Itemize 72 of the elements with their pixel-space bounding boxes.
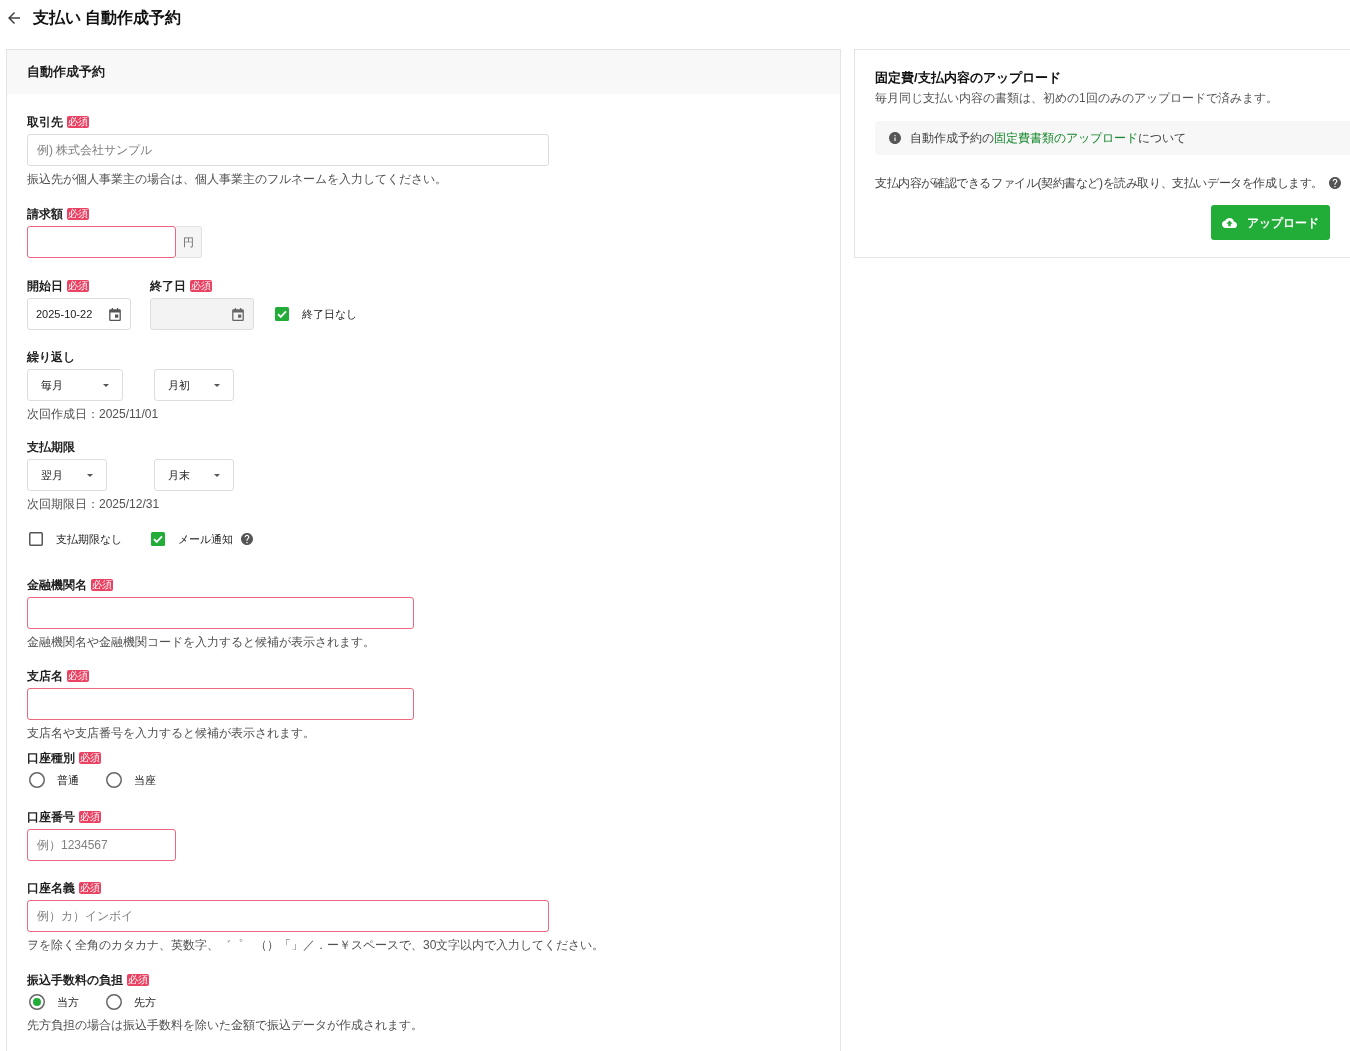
radio-button[interactable] bbox=[29, 772, 45, 788]
required-badge: 必須 bbox=[127, 974, 149, 986]
required-badge: 必須 bbox=[79, 882, 101, 894]
field-label: 支店名 bbox=[27, 668, 63, 685]
radio-label: 当方 bbox=[57, 994, 79, 1010]
description-text: 支払内容が確認できるファイル(契約書など)を読み取り、支払いデータを作成します。 bbox=[875, 175, 1323, 191]
help-icon[interactable] bbox=[1329, 177, 1341, 189]
back-arrow-icon[interactable] bbox=[8, 11, 20, 24]
hint-text: 先方負担の場合は振込手数料を除いた金額で振込データが作成されます。 bbox=[27, 1017, 424, 1033]
field-label: 請求額 bbox=[27, 206, 63, 223]
dropdown[interactable]: 月末 bbox=[154, 459, 234, 491]
field-label: 支払期限 bbox=[27, 439, 75, 456]
checkbox[interactable] bbox=[151, 532, 165, 546]
checkbox-label: 終了日なし bbox=[302, 306, 357, 322]
radio-button[interactable] bbox=[106, 772, 122, 788]
checkbox[interactable] bbox=[275, 307, 289, 321]
cloud-upload-icon bbox=[1222, 217, 1237, 228]
radio-button[interactable] bbox=[29, 994, 45, 1010]
card-title: 自動作成予約 bbox=[27, 63, 105, 82]
caret-icon bbox=[214, 383, 220, 387]
hint-text: 次回作成日：2025/11/01 bbox=[27, 406, 160, 422]
currency-addon: 円 bbox=[176, 226, 202, 258]
account-number-input[interactable]: 例）1234567 bbox=[27, 829, 176, 861]
required-badge: 必須 bbox=[91, 579, 113, 591]
hint-text: 次回期限日：2025/12/31 bbox=[27, 496, 161, 512]
branch-name-input[interactable] bbox=[27, 688, 414, 720]
hint-text: 金融機関名や金融機関コードを入力すると候補が表示されます。 bbox=[27, 634, 376, 650]
hint-text: 振込先が個人事業主の場合は、個人事業主のフルネームを入力してください。 bbox=[27, 171, 448, 187]
required-badge: 必須 bbox=[67, 280, 89, 292]
required-badge: 必須 bbox=[67, 116, 89, 128]
field-label: 振込手数料の負担 bbox=[27, 972, 123, 989]
radio-button[interactable] bbox=[106, 994, 122, 1010]
field-label: 口座種別 bbox=[27, 750, 75, 767]
dropdown[interactable]: 翌月 bbox=[27, 459, 107, 491]
notice-text: 自動作成予約の固定費書類のアップロードについて bbox=[910, 130, 1186, 147]
field-label: 口座番号 bbox=[27, 809, 75, 826]
required-badge: 必須 bbox=[79, 811, 101, 823]
radio-label: 先方 bbox=[134, 994, 156, 1010]
field-label: 口座名義 bbox=[27, 880, 75, 897]
field-label: 取引先 bbox=[27, 114, 63, 131]
notice-link[interactable]: 固定費書類のアップロード bbox=[994, 131, 1138, 145]
required-badge: 必須 bbox=[79, 752, 101, 764]
amount-input[interactable] bbox=[27, 226, 176, 258]
radio-label: 当座 bbox=[134, 772, 156, 788]
radio-label: 普通 bbox=[57, 772, 79, 788]
card-title: 固定費/支払内容のアップロード bbox=[875, 69, 1062, 87]
required-badge: 必須 bbox=[67, 670, 89, 682]
required-badge: 必須 bbox=[190, 280, 212, 292]
dropdown[interactable]: 毎月 bbox=[27, 369, 123, 401]
info-icon bbox=[889, 132, 901, 144]
checkbox-label: 支払期限なし bbox=[56, 531, 122, 547]
help-icon[interactable] bbox=[241, 533, 253, 545]
calendar-icon[interactable] bbox=[109, 307, 121, 321]
card-subtitle: 毎月同じ支払い内容の書類は、初めの1回のみのアップロードで済みます。 bbox=[875, 90, 1279, 106]
page-title: 支払い 自動作成予約 bbox=[33, 7, 182, 28]
checkbox[interactable] bbox=[29, 532, 43, 546]
start-date-field[interactable]: 2025-10-22 bbox=[27, 298, 131, 330]
partner-input[interactable]: 例) 株式会社サンプル bbox=[27, 134, 549, 166]
bank-name-input[interactable] bbox=[27, 597, 414, 629]
account-holder-input[interactable]: 例）カ）インボイ bbox=[27, 900, 549, 932]
dropdown[interactable]: 月初 bbox=[154, 369, 234, 401]
field-label: 繰り返し bbox=[27, 349, 75, 366]
caret-icon bbox=[214, 473, 220, 477]
hint-text: 支店名や支店番号を入力すると候補が表示されます。 bbox=[27, 725, 316, 741]
field-label: 開始日 bbox=[27, 278, 63, 295]
checkbox-label: メール通知 bbox=[178, 531, 233, 547]
hint-text: ヲを除く全角のカタカナ、英数字、゛゜ （）「」／．ー￥スペースで、30文字以内で入力してください。 bbox=[27, 937, 606, 953]
field-label: 金融機関名 bbox=[27, 577, 87, 594]
caret-icon bbox=[87, 473, 93, 477]
field-label: 終了日 bbox=[150, 278, 186, 295]
caret-icon bbox=[103, 383, 109, 387]
required-badge: 必須 bbox=[67, 208, 89, 220]
